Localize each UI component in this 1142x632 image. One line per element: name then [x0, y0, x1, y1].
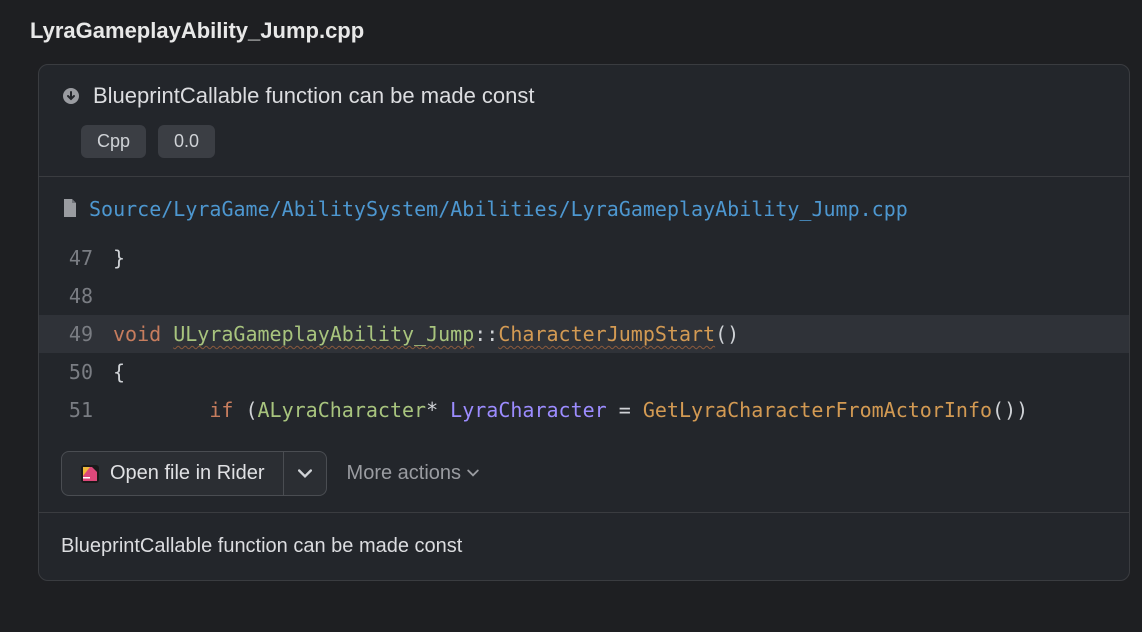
- chevron-down-icon: [298, 469, 312, 479]
- code-line-47: 47 }: [39, 239, 1129, 277]
- code-line-48: 48: [39, 277, 1129, 315]
- line-number: 49: [61, 315, 113, 353]
- file-icon: [61, 199, 79, 219]
- description-section: BlueprintCallable function can be made c…: [39, 513, 1129, 580]
- code-line-50: 50 {: [39, 353, 1129, 391]
- description-text: BlueprintCallable function can be made c…: [61, 535, 462, 557]
- file-path-row: Source/LyraGame/AbilitySystem/Abilities/…: [61, 197, 1107, 221]
- inspection-title: BlueprintCallable function can be made c…: [93, 83, 535, 109]
- file-path-link[interactable]: Source/LyraGame/AbilitySystem/Abilities/…: [89, 197, 908, 221]
- file-section: Source/LyraGame/AbilitySystem/Abilities/…: [39, 177, 1129, 513]
- panel-header: BlueprintCallable function can be made c…: [39, 65, 1129, 177]
- tags-row: Cpp 0.0: [61, 125, 1107, 158]
- code-text: void ULyraGameplayAbility_Jump::Characte…: [113, 315, 739, 353]
- code-text: {: [113, 353, 125, 391]
- tag-version[interactable]: 0.0: [158, 125, 215, 158]
- code-line-51: 51 if (ALyraCharacter* LyraCharacter = G…: [39, 391, 1129, 429]
- code-line-49-highlighted: 49 void ULyraGameplayAbility_Jump::Chara…: [39, 315, 1129, 353]
- line-number: 48: [61, 277, 113, 315]
- code-text: }: [113, 239, 125, 277]
- chevron-down-icon: [467, 469, 479, 478]
- line-number: 50: [61, 353, 113, 391]
- tag-language[interactable]: Cpp: [81, 125, 146, 158]
- open-in-rider-button[interactable]: Open file in Rider: [62, 452, 284, 495]
- more-actions-button[interactable]: More actions: [347, 462, 480, 485]
- code-block: 47 } 48 49 void ULyraGameplayAbility_Jum…: [39, 239, 1129, 429]
- page-title: LyraGameplayAbility_Jump.cpp: [0, 0, 1142, 56]
- open-file-button-group: Open file in Rider: [61, 451, 327, 496]
- open-file-dropdown-button[interactable]: [284, 452, 326, 495]
- more-actions-label: More actions: [347, 462, 462, 485]
- actions-row: Open file in Rider More actions: [61, 451, 1107, 496]
- line-number: 47: [61, 239, 113, 277]
- code-text: if (ALyraCharacter* LyraCharacter = GetL…: [113, 391, 1028, 429]
- open-in-rider-label: Open file in Rider: [110, 462, 265, 485]
- inspection-panel: BlueprintCallable function can be made c…: [38, 64, 1130, 581]
- inspection-title-row: BlueprintCallable function can be made c…: [61, 83, 1107, 109]
- rider-icon: [80, 464, 100, 484]
- arrow-down-circle-icon: [61, 86, 81, 106]
- line-number: 51: [61, 391, 113, 429]
